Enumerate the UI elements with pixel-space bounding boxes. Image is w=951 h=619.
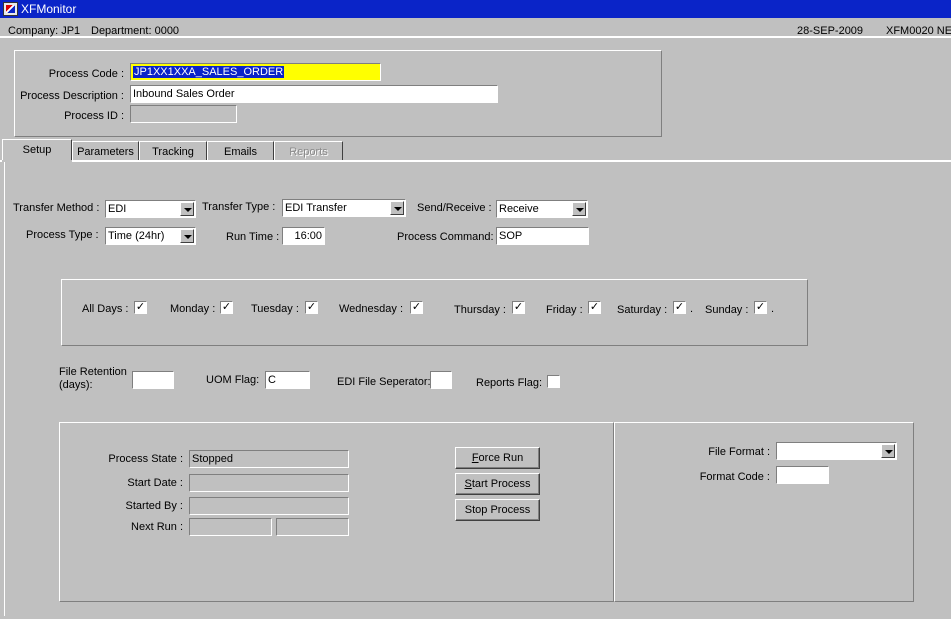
send-receive-label: Send/Receive : [417,202,492,214]
tab-parameters[interactable]: Parameters [72,141,139,162]
content-left-border [4,162,5,616]
send-receive-dropdown-icon[interactable] [572,202,586,216]
window-title: XFMonitor [21,2,77,16]
saturday-dot: . [690,303,694,315]
transfer-method-combo[interactable]: EDI [105,200,196,218]
friday-label: Friday : [546,304,583,316]
tab-setup[interactable]: Setup [2,139,72,162]
process-type-dropdown-icon[interactable] [180,229,194,243]
sunday-checkbox[interactable]: ✓ [754,301,767,314]
run-time-field[interactable]: 16:00 [282,227,325,245]
uom-flag-field[interactable]: C [265,371,310,389]
process-code-field[interactable]: JP1XX1XXA_SALES_ORDER [130,63,381,81]
format-code-field[interactable] [776,466,829,484]
next-run-date-field [189,518,272,536]
process-id-field [130,105,237,123]
department-label: Department: 0000 [91,25,180,37]
transfer-method-label: Transfer Method : [13,202,100,214]
run-time-label: Run Time : [226,231,280,243]
process-type-combo[interactable]: Time (24hr) [105,227,196,245]
uom-flag-label: UOM Flag: [206,374,260,386]
tab-divider [0,160,951,162]
force-run-label: orce Run [478,452,524,464]
process-type-value: Time (24hr) [108,230,165,242]
transfer-type-value: EDI Transfer [285,202,347,214]
transfer-method-value: EDI [108,203,127,215]
next-run-label: Next Run : [131,521,183,533]
format-code-label: Format Code : [699,471,770,483]
process-type-label: Process Type : [26,229,99,241]
edi-file-separator-field[interactable] [430,371,452,389]
saturday-label: Saturday : [617,304,668,316]
all-days-label: All Days : [82,303,129,315]
started-by-field [189,497,349,515]
reports-flag-label: Reports Flag: [476,377,543,389]
transfer-method-dropdown-icon[interactable] [180,202,194,216]
file-retention-field[interactable] [132,371,174,389]
start-process-label: tart Process [471,478,531,490]
file-format-combo[interactable] [776,442,897,460]
company-label: Company: JP1 [8,25,81,37]
reports-flag-checkbox[interactable] [547,375,560,388]
wednesday-label: Wednesday : [339,303,404,315]
window-titlebar: XFMonitor [0,0,951,18]
process-id-label: Process ID : [64,110,124,122]
saturday-checkbox[interactable]: ✓ [673,301,686,314]
start-process-mnemonic: S [464,478,472,490]
send-receive-value: Receive [499,203,539,215]
file-retention-unit-label: (days): [59,379,93,391]
sunday-dot: . [771,303,775,315]
process-command-field[interactable]: SOP [496,227,589,245]
form-code: XFM0020 NE [886,25,951,37]
friday-checkbox[interactable]: ✓ [588,301,601,314]
process-state-field: Stopped [189,450,349,468]
transfer-type-dropdown-icon[interactable] [390,201,404,215]
send-receive-combo[interactable]: Receive [496,200,588,218]
active-tab-gap [2,160,72,162]
sunday-label: Sunday : [705,304,749,316]
tuesday-checkbox[interactable]: ✓ [305,301,318,314]
file-retention-label: File Retention [59,366,127,378]
tab-reports: Reports [274,141,343,162]
tab-emails[interactable]: Emails [207,141,274,162]
started-by-label: Started By : [125,500,183,512]
stop-process-button[interactable]: Stop Process [455,499,540,521]
process-description-label: Process Description : [20,90,124,102]
app-icon [3,2,18,16]
force-run-mnemonic: F [471,452,479,464]
process-code-label: Process Code : [48,68,124,80]
start-date-field [189,474,349,492]
edi-file-separator-label: EDI File Seperator: [337,376,431,388]
file-format-dropdown-icon[interactable] [881,444,895,458]
wednesday-checkbox[interactable]: ✓ [410,301,423,314]
transfer-type-combo[interactable]: EDI Transfer [282,199,406,217]
thursday-label: Thursday : [454,304,506,316]
tuesday-label: Tuesday : [251,303,299,315]
process-description-field[interactable]: Inbound Sales Order [130,85,498,103]
all-days-checkbox[interactable]: ✓ [134,301,147,314]
start-process-button[interactable]: Start Process [455,473,540,495]
monday-checkbox[interactable]: ✓ [220,301,233,314]
file-format-label: File Format : [708,446,770,458]
monday-label: Monday : [170,303,216,315]
next-run-time-field [276,518,349,536]
thursday-checkbox[interactable]: ✓ [512,301,525,314]
transfer-type-label: Transfer Type : [202,201,276,213]
info-bar: Company: JP1 Department: 0000 28-SEP-200… [0,18,951,38]
start-date-label: Start Date : [127,477,183,489]
force-run-button[interactable]: Force Run [455,447,540,469]
process-state-label: Process State : [108,453,183,465]
current-date: 28-SEP-2009 [797,25,864,37]
tab-tracking[interactable]: Tracking [139,141,207,162]
process-command-label: Process Command: [397,231,494,243]
